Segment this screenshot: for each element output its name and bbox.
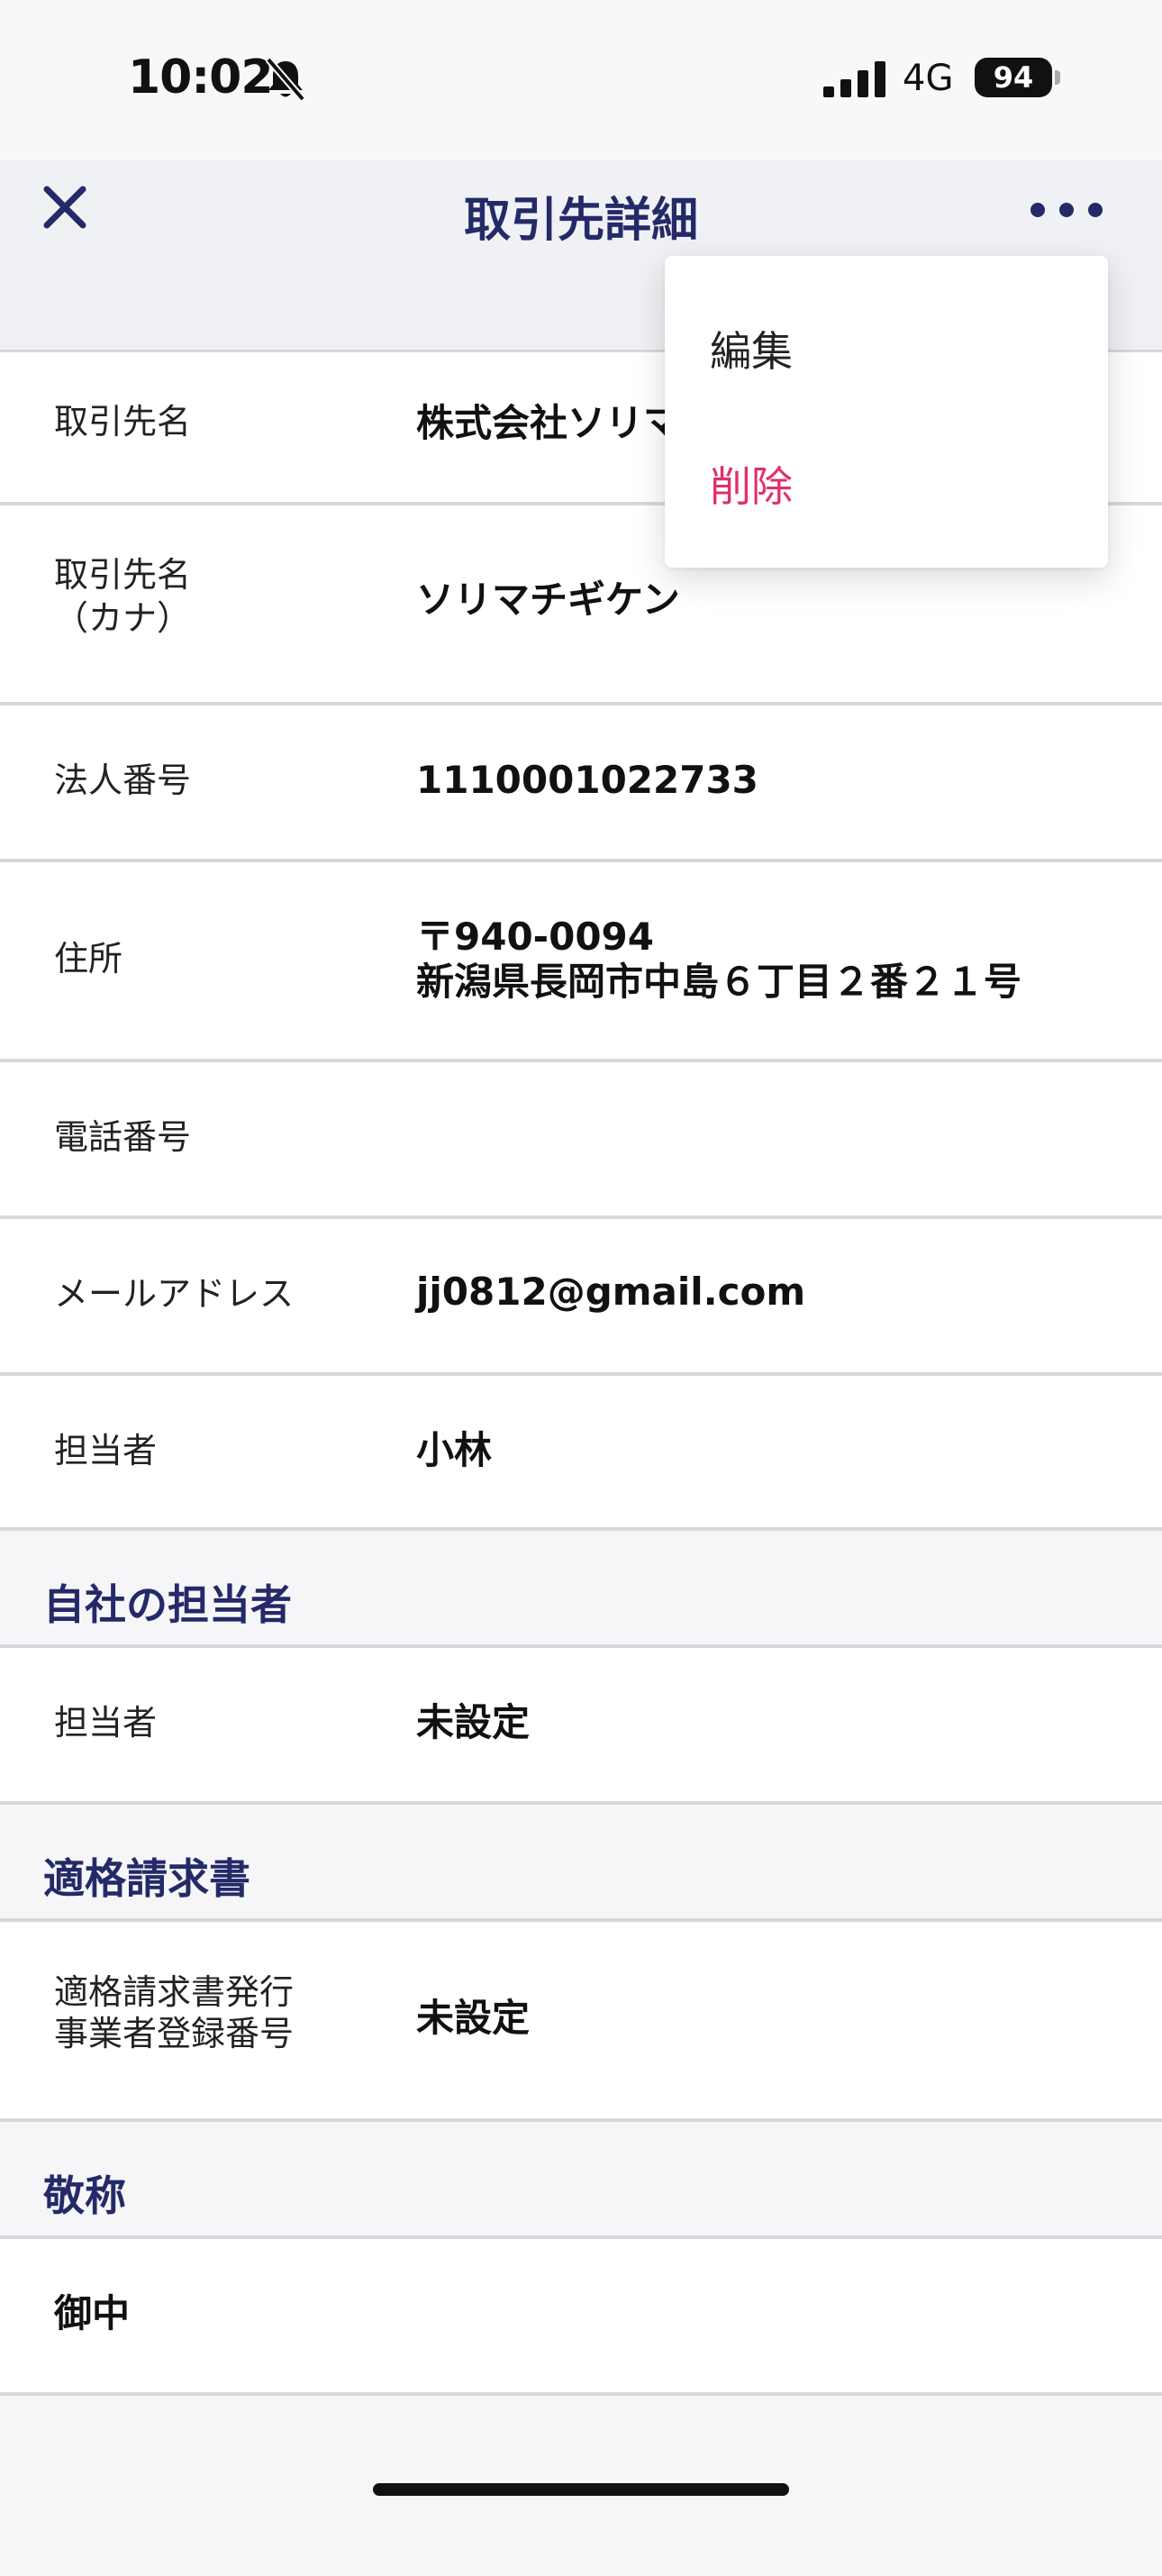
menu-item-edit[interactable]: 編集 (710, 319, 793, 378)
battery-level: 94 (993, 60, 1034, 95)
field-label: 法人番号 (54, 760, 192, 800)
signal-icon (823, 61, 885, 97)
field-row-invoice-number: 適格請求書発行 事業者登録番号 未設定 (0, 1922, 1162, 2122)
field-label: 担当者 (54, 1703, 158, 1743)
section-own-staff: 自社の担当者 (0, 1531, 1162, 1648)
field-value: 御中 (54, 2291, 131, 2335)
field-value: 未設定 (416, 1996, 531, 2040)
close-icon[interactable] (40, 182, 90, 232)
detail-list: 取引先名 株式会社ソリマ 取引先名 （カナ） ソリマチギケン 法人番号 1110… (0, 352, 1162, 2576)
network-type: 4G (903, 58, 954, 99)
field-label: メールアドレス (54, 1274, 295, 1314)
status-bar: 10:02 4G 94 (0, 0, 1162, 160)
field-label: 担当者 (54, 1431, 158, 1470)
field-label: 適格請求書発行 事業者登録番号 (54, 1972, 295, 2053)
page-title: 取引先詳細 (463, 194, 698, 248)
status-time: 10:02 (128, 50, 274, 105)
field-row-own-staff: 担当者 未設定 (0, 1648, 1162, 1805)
field-value: ソリマチギケン (416, 578, 680, 622)
more-icon[interactable] (1027, 196, 1106, 223)
menu-item-delete[interactable]: 削除 (710, 454, 793, 514)
section-title: 敬称 (43, 2171, 126, 2220)
field-label: 取引先名 (54, 402, 192, 441)
field-value: 1110001022733 (416, 758, 758, 802)
field-label: 電話番号 (54, 1117, 192, 1157)
field-row-address: 住所 〒940-0094 新潟県長岡市中島６丁目２番２１号 (0, 862, 1162, 1062)
action-menu: 編集 削除 (665, 256, 1108, 568)
field-row-contact-person: 担当者 小林 (0, 1376, 1162, 1531)
field-row-email: メールアドレス jj0812@gmail.com (0, 1219, 1162, 1376)
field-row-honorific: 御中 (0, 2239, 1162, 2396)
field-label: 取引先名 （カナ） (54, 555, 192, 638)
field-row-corporate-number: 法人番号 1110001022733 (0, 705, 1162, 862)
section-invoice: 適格請求書 (0, 1805, 1162, 1922)
battery-tip (1055, 70, 1060, 85)
field-value: 未設定 (416, 1700, 531, 1744)
field-value: jj0812@gmail.com (416, 1270, 806, 1314)
battery-icon: 94 (975, 58, 1052, 97)
section-honorific: 敬称 (0, 2122, 1162, 2239)
field-label: 住所 (54, 939, 123, 979)
home-indicator[interactable] (373, 2483, 789, 2496)
bell-muted-icon (265, 57, 306, 102)
field-row-phone: 電話番号 (0, 1062, 1162, 1219)
field-value: 〒940-0094 新潟県長岡市中島６丁目２番２１号 (416, 915, 1022, 1005)
section-title: 適格請求書 (43, 1854, 250, 1903)
section-title: 自社の担当者 (43, 1580, 292, 1629)
field-value: 小林 (416, 1428, 493, 1472)
